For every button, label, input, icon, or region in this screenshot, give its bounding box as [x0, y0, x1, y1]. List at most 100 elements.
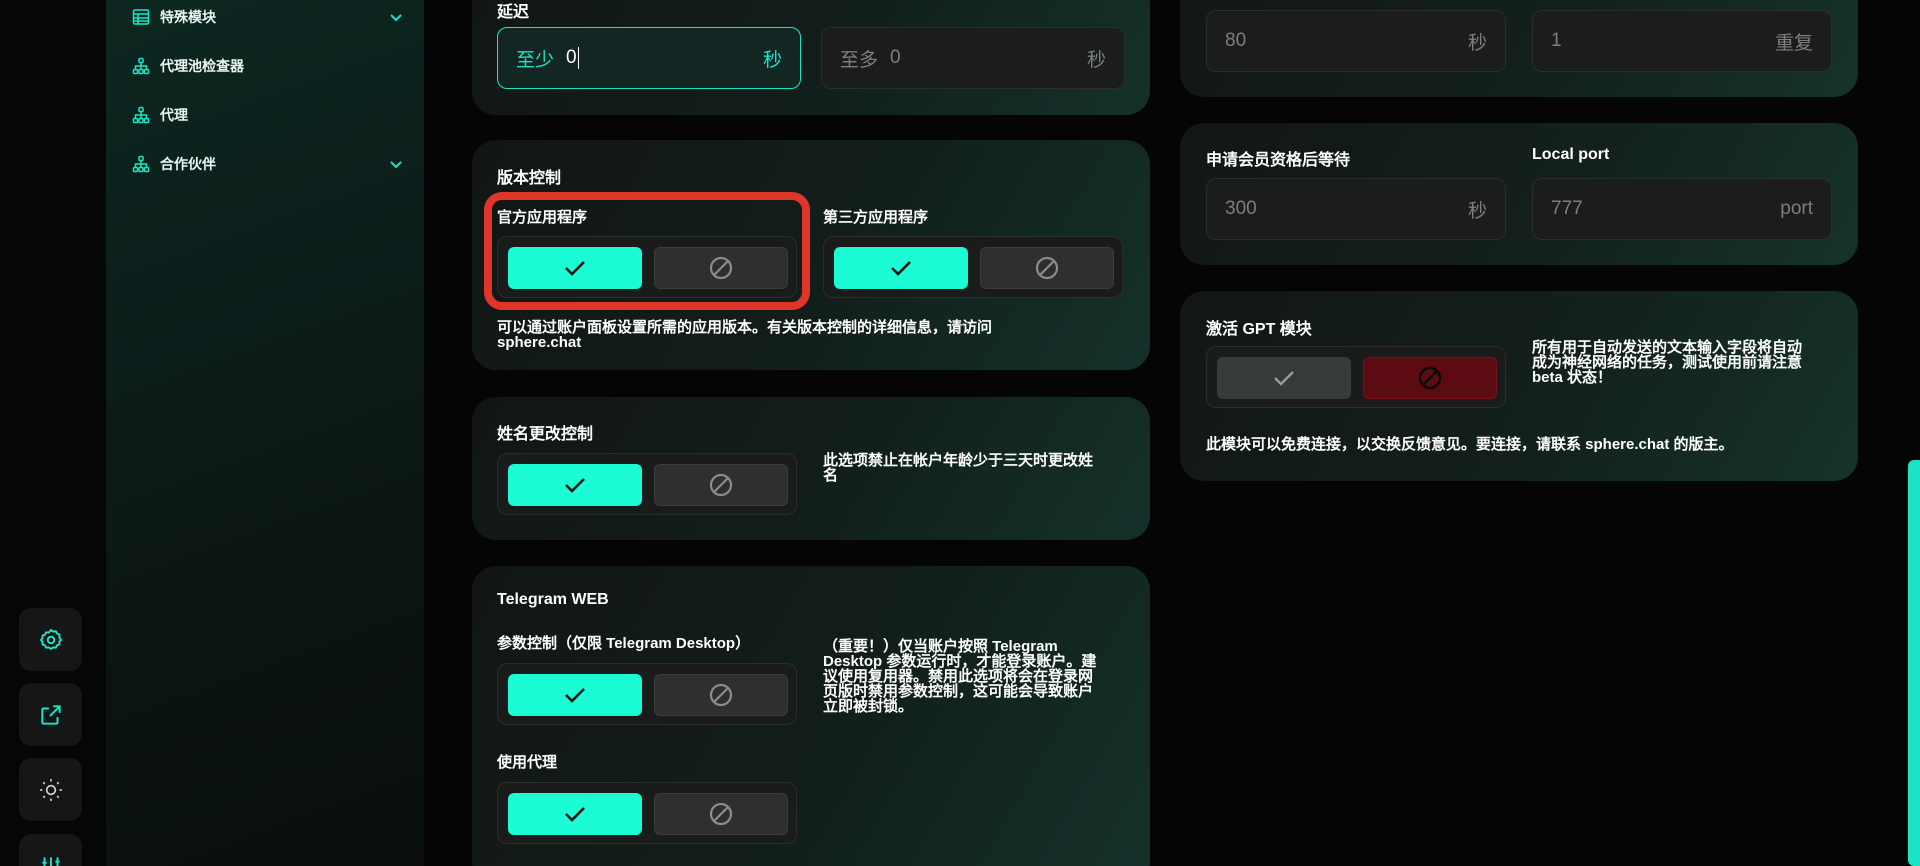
check-icon	[565, 688, 585, 703]
desc-line: Desktop 参数运行时，才能登录账户。建	[823, 653, 1097, 670]
desc-link[interactable]: sphere.chat	[497, 335, 1117, 350]
name-change-title: 姓名更改控制	[497, 426, 594, 443]
hierarchy-icon	[132, 57, 150, 75]
settings-button[interactable]	[19, 608, 82, 671]
third-party-app-label: 第三方应用程序	[823, 209, 929, 226]
external-link-icon	[40, 704, 61, 725]
gpt-side-description: 所有用于自动发送的文本输入字段将自动 成为神经网络的任务，测试使用前请注意 be…	[1532, 340, 1842, 385]
delay-max-prefix: 至多	[840, 49, 879, 71]
desc-line: 页版时禁用参数控制，这可能会导致账户	[823, 683, 1094, 700]
interval-value: 80	[1225, 30, 1247, 51]
desc-line: 此选项禁止在帐户年龄少于三天时更改姓	[823, 452, 1094, 469]
sidebar-item-label: 代理池检查器	[160, 58, 244, 74]
desc-line: 可以通过账户面板设置所需的应用版本。有关版本控制的详细信息，请访问	[497, 319, 993, 336]
block-icon	[1418, 366, 1442, 390]
sidebar-item-label: 代理	[160, 107, 188, 123]
membership-card: 申请会员资格后等待 300 秒 Local port 777 port	[1180, 123, 1858, 265]
use-proxy-label: 使用代理	[497, 754, 558, 771]
interval-input[interactable]: 80 秒	[1206, 10, 1506, 72]
block-icon	[709, 473, 733, 497]
repeat-value: 1	[1551, 30, 1562, 51]
gpt-module-toggle	[1206, 346, 1506, 408]
desc-line: （重要！）仅当账户按照 Telegram	[823, 638, 1058, 655]
gpt-module-card: 激活 GPT 模块 所有用于自动发送的文本输入字段将自动 成为神经网络的任务，测…	[1180, 291, 1858, 481]
repeat-unit: 重复	[1774, 32, 1813, 54]
external-link-button[interactable]	[19, 683, 82, 746]
desc-line: 名	[823, 467, 839, 484]
membership-wait-label: 申请会员资格后等待	[1206, 152, 1351, 169]
official-app-disable-button[interactable]	[654, 247, 788, 289]
local-port-input[interactable]: 777 port	[1532, 178, 1832, 240]
sliders-icon	[41, 856, 60, 866]
table-icon	[132, 8, 150, 26]
delay-min-input[interactable]: 至少 0 秒	[497, 27, 801, 89]
repeat-input[interactable]: 1 重复	[1532, 10, 1832, 72]
sidebar-item-partners[interactable]: 合作伙伴	[132, 149, 404, 179]
sidebar: 特殊模块 代理池检查器 代理 合作伙伴	[106, 0, 424, 866]
gpt-disable-button[interactable]	[1363, 357, 1497, 399]
telegram-web-title: Telegram WEB	[497, 591, 609, 608]
theme-toggle-button[interactable]	[19, 758, 82, 821]
delay-max-input[interactable]: 至多 0 秒	[821, 27, 1125, 89]
third-party-enable-button[interactable]	[834, 247, 968, 289]
sidebar-item-proxy-pool-checker[interactable]: 代理池检查器	[132, 51, 404, 81]
hierarchy-icon	[132, 106, 150, 124]
interval-unit: 秒	[1467, 32, 1487, 54]
check-icon	[565, 478, 585, 493]
repeat-settings-card: 80 秒 1 重复	[1180, 0, 1858, 97]
third-party-app-toggle	[823, 236, 1123, 298]
telegram-web-description: （重要！）仅当账户按照 Telegram Desktop 参数运行时，才能登录账…	[823, 639, 1133, 714]
name-change-enable-button[interactable]	[508, 464, 642, 506]
version-control-card: 版本控制 官方应用程序 第三方应用程序 可以通过账户面板设置所需的应用版本。有关…	[472, 140, 1150, 370]
settings-icon	[39, 628, 62, 650]
delay-min-unit: 秒	[762, 49, 782, 71]
chevron-down-icon[interactable]	[388, 9, 404, 25]
desc-line: beta 状态！	[1532, 369, 1613, 386]
name-change-description: 此选项禁止在帐户年龄少于三天时更改姓 名	[823, 453, 1133, 483]
sidebar-item-label: 特殊模块	[160, 9, 216, 25]
param-control-toggle	[497, 663, 797, 725]
delay-title: 延迟	[497, 4, 530, 21]
sidebar-item-special-modules[interactable]: 特殊模块	[132, 2, 404, 32]
block-icon	[709, 256, 733, 280]
check-icon	[565, 261, 585, 276]
scrollbar-thumb[interactable]	[1908, 460, 1920, 866]
check-icon	[565, 807, 585, 822]
icon-rail	[0, 0, 106, 866]
desc-line: 立即被封锁。	[823, 698, 914, 715]
sidebar-item-proxy[interactable]: 代理	[132, 100, 404, 130]
param-control-label: 参数控制（仅限 Telegram Desktop）	[497, 635, 751, 652]
desc-line: 议使用复用器。禁用此选项将会在登录网	[823, 668, 1094, 685]
block-icon	[709, 683, 733, 707]
official-app-enable-button[interactable]	[508, 247, 642, 289]
name-change-card: 姓名更改控制 此选项禁止在帐户年龄少于三天时更改姓 名	[472, 397, 1150, 540]
local-port-label: Local port	[1532, 146, 1610, 163]
sliders-button[interactable]	[19, 834, 82, 866]
local-port-value: 777	[1551, 198, 1583, 219]
block-icon	[1035, 256, 1059, 280]
membership-wait-unit: 秒	[1467, 200, 1487, 222]
delay-card: 延迟 至少 0 秒 至多 0 秒	[472, 0, 1150, 115]
sidebar-item-label: 合作伙伴	[160, 156, 216, 172]
gpt-enable-button[interactable]	[1217, 357, 1351, 399]
use-proxy-disable-button[interactable]	[654, 793, 788, 835]
desc-line: 成为神经网络的任务，测试使用前请注意	[1532, 354, 1803, 371]
sidebar-gap	[424, 0, 448, 866]
delay-min-prefix: 至少	[516, 49, 555, 71]
third-party-disable-button[interactable]	[980, 247, 1114, 289]
membership-wait-input[interactable]: 300 秒	[1206, 178, 1506, 240]
param-control-disable-button[interactable]	[654, 674, 788, 716]
check-icon	[891, 261, 911, 276]
param-control-enable-button[interactable]	[508, 674, 642, 716]
official-app-label: 官方应用程序	[497, 209, 588, 226]
gpt-module-title: 激活 GPT 模块	[1206, 321, 1312, 338]
name-change-disable-button[interactable]	[654, 464, 788, 506]
use-proxy-toggle	[497, 782, 797, 844]
telegram-web-card: Telegram WEB 参数控制（仅限 Telegram Desktop） 使…	[472, 566, 1150, 866]
official-app-toggle	[497, 236, 797, 298]
chevron-down-icon[interactable]	[388, 156, 404, 172]
local-port-unit: port	[1780, 198, 1813, 219]
block-icon	[709, 802, 733, 826]
use-proxy-enable-button[interactable]	[508, 793, 642, 835]
gpt-bottom-description: 此模块可以免费连接，以交换反馈意见。要连接，请联系 sphere.chat 的版…	[1206, 436, 1734, 453]
